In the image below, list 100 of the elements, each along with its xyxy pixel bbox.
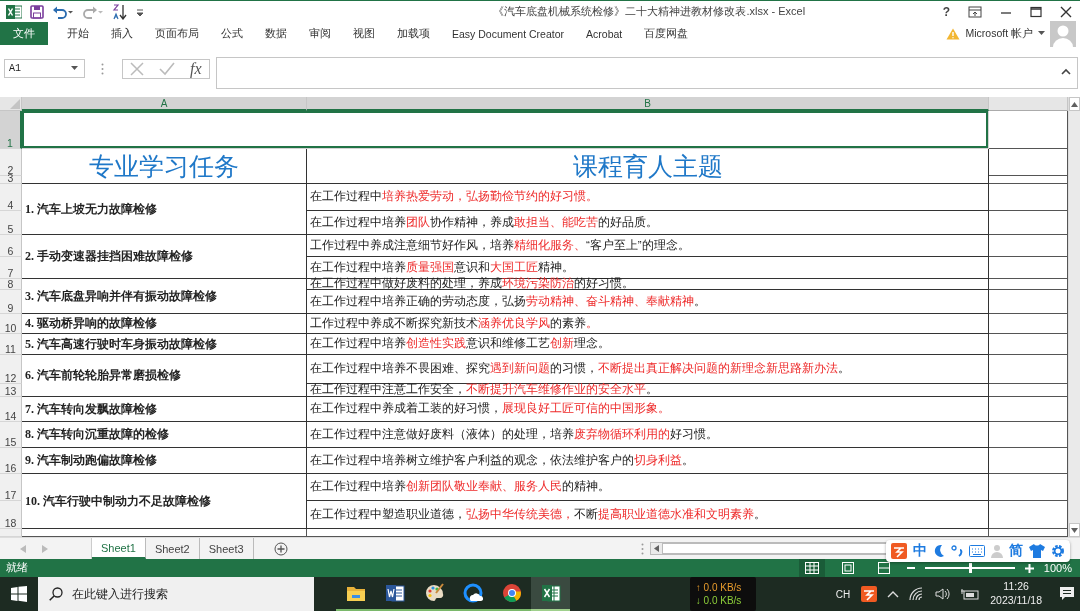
ribbon-tab[interactable]: 公式 <box>210 22 254 45</box>
selected-cell[interactable] <box>22 111 989 149</box>
excel-logo-icon <box>6 3 22 20</box>
scroll-up-button[interactable] <box>1069 97 1080 111</box>
file-tab[interactable]: 文件 <box>0 22 48 45</box>
normal-view-button[interactable] <box>798 559 825 577</box>
ribbon-tab[interactable]: 视图 <box>342 22 386 45</box>
scroll-down-button[interactable] <box>1069 523 1080 537</box>
excel-icon <box>540 583 561 603</box>
row-header[interactable]: 9 <box>0 290 22 314</box>
avatar-icon <box>1050 20 1076 47</box>
dropdown-caret-icon[interactable] <box>71 66 78 71</box>
account-menu[interactable]: Microsoft 帐户 <box>965 26 1033 41</box>
grip-icon <box>641 542 644 555</box>
search-field[interactable]: 在此键入进行搜索 <box>38 577 314 611</box>
row-header[interactable]: 6 <box>0 235 22 257</box>
sogou-logo-icon[interactable] <box>861 586 878 602</box>
vertical-scrollbar[interactable] <box>1069 111 1080 523</box>
row-header[interactable]: 1 <box>0 111 22 149</box>
row-header[interactable]: 11 <box>0 334 22 355</box>
ribbon-tab[interactable]: Easy Document Creator <box>441 22 576 45</box>
clock-time[interactable]: 11:26 <box>1003 580 1029 594</box>
shirt-icon[interactable] <box>1029 544 1045 558</box>
task-cell: 4. 驱动桥异响的故障检修 <box>22 314 307 334</box>
language-indicator[interactable]: CH <box>835 588 851 600</box>
customize-caret-icon[interactable] <box>136 6 144 17</box>
notification-icon[interactable] <box>1059 586 1075 602</box>
battery-icon[interactable] <box>961 588 980 600</box>
page-icon <box>841 562 854 574</box>
slider-thumb[interactable] <box>968 563 972 573</box>
sheet-tab[interactable]: Sheet1 <box>92 538 146 559</box>
ribbon-tab[interactable]: 开始 <box>56 22 100 45</box>
name-box[interactable]: A1 <box>4 59 85 78</box>
ribbon-tab[interactable]: 插入 <box>100 22 144 45</box>
word-icon <box>384 583 405 603</box>
keyboard-icon[interactable] <box>969 545 985 557</box>
formula-input[interactable] <box>216 57 1078 89</box>
grid-icon <box>804 562 819 574</box>
zoom-level[interactable]: 100% <box>1043 562 1072 574</box>
zoom-in-icon[interactable] <box>1024 563 1034 573</box>
row-header[interactable]: 10 <box>0 314 22 334</box>
theme-cell: 在工作过程中培养热爱劳动，弘扬勤俭节约的好习惯。 <box>307 184 989 211</box>
help-button[interactable]: ? <box>942 4 950 19</box>
ime-mode-button[interactable]: 中 <box>913 542 927 560</box>
theme-cell: 在工作过程中注意工作安全，不断提升汽车维修作业的安全水平。 <box>307 384 989 397</box>
ribbon-tab[interactable]: Acrobat <box>575 22 634 45</box>
chrome-icon <box>501 583 522 603</box>
row-header[interactable]: 15 <box>0 422 22 448</box>
theme-cell: 在工作过程中培养正确的劳动态度，弘扬劳动精神、奋斗精神、奉献精神。 <box>307 290 989 314</box>
moon-icon[interactable] <box>933 544 945 558</box>
row-header[interactable]: 8 <box>0 279 22 290</box>
row-header[interactable]: 14 <box>0 397 22 422</box>
theme-cell: 在工作过程中注意做好废料（液体）的处理，培养废弃物循环利用的好习惯。 <box>307 422 989 448</box>
theme-cell: 在工作过程中培养创新团队敬业奉献、服务人民的精神。 <box>307 474 989 501</box>
collapse-caret-icon[interactable] <box>1061 68 1071 75</box>
ribbon-display-icon[interactable] <box>968 5 982 18</box>
row-header[interactable]: 16 <box>0 448 22 474</box>
close-icon[interactable] <box>1060 5 1072 18</box>
task-cell: 3. 汽车底盘异响并伴有振动故障检修 <box>22 279 307 314</box>
status-text: 就绪 <box>6 561 28 575</box>
left-arrow-icon[interactable] <box>654 545 659 552</box>
sort-icon[interactable] <box>112 3 128 20</box>
row-header[interactable]: 2 <box>0 149 22 176</box>
caret-icon[interactable] <box>1038 31 1045 36</box>
undo-icon[interactable] <box>52 4 74 19</box>
theme-cell: 在工作过程中培养团队协作精神，养成敢担当、能吃苦的好品质。 <box>307 211 989 235</box>
row-header[interactable]: 5 <box>0 211 22 235</box>
warning-icon <box>946 27 961 40</box>
save-icon[interactable] <box>30 4 44 19</box>
punctuation-icon[interactable] <box>951 544 963 558</box>
ribbon-tab[interactable]: 数据 <box>254 22 298 45</box>
check-icon[interactable] <box>159 62 176 76</box>
volume-icon[interactable] <box>935 587 952 601</box>
ribbon-tab[interactable]: 百度网盘 <box>633 22 700 45</box>
row-header[interactable]: 4 <box>0 184 22 211</box>
maximize-icon[interactable] <box>1030 5 1042 18</box>
column-header[interactable]: A <box>22 97 307 111</box>
down-arrow-icon <box>1071 527 1078 533</box>
task-cell: 10. 汽车行驶中制动力不足故障检修 <box>22 474 307 529</box>
column-header[interactable]: B <box>307 97 989 111</box>
row-header[interactable]: 18 <box>0 501 22 529</box>
clock-date[interactable]: 2023/11/18 <box>990 594 1042 608</box>
row-header[interactable]: 7 <box>0 257 22 279</box>
insert-function-button[interactable]: fx <box>190 60 202 78</box>
ribbon-tab[interactable]: 页面布局 <box>144 22 210 45</box>
add-sheet-icon[interactable] <box>273 541 288 556</box>
row-header[interactable]: 12 <box>0 355 22 384</box>
ribbon-tab[interactable]: 加载项 <box>386 22 441 45</box>
theme-cell: 在工作过程中培养创造性实践意识和维修工艺创新理念。 <box>307 334 989 355</box>
row-header[interactable]: 13 <box>0 384 22 397</box>
taskbar-app-button[interactable] <box>531 577 570 611</box>
settings-icon[interactable] <box>1051 544 1065 558</box>
ribbon-tab[interactable]: 审阅 <box>298 22 342 45</box>
download-speed: ↓ 0.0 KB/s <box>695 595 743 606</box>
row-header[interactable]: 17 <box>0 474 22 501</box>
cloud-icon <box>462 583 483 603</box>
grip-icon <box>101 63 104 75</box>
task-cell: 5. 汽车高速行驶时车身振动故障检修 <box>22 334 307 355</box>
chevron-up-icon[interactable] <box>887 590 900 598</box>
ime-mode-button[interactable]: 简 <box>1009 542 1023 560</box>
